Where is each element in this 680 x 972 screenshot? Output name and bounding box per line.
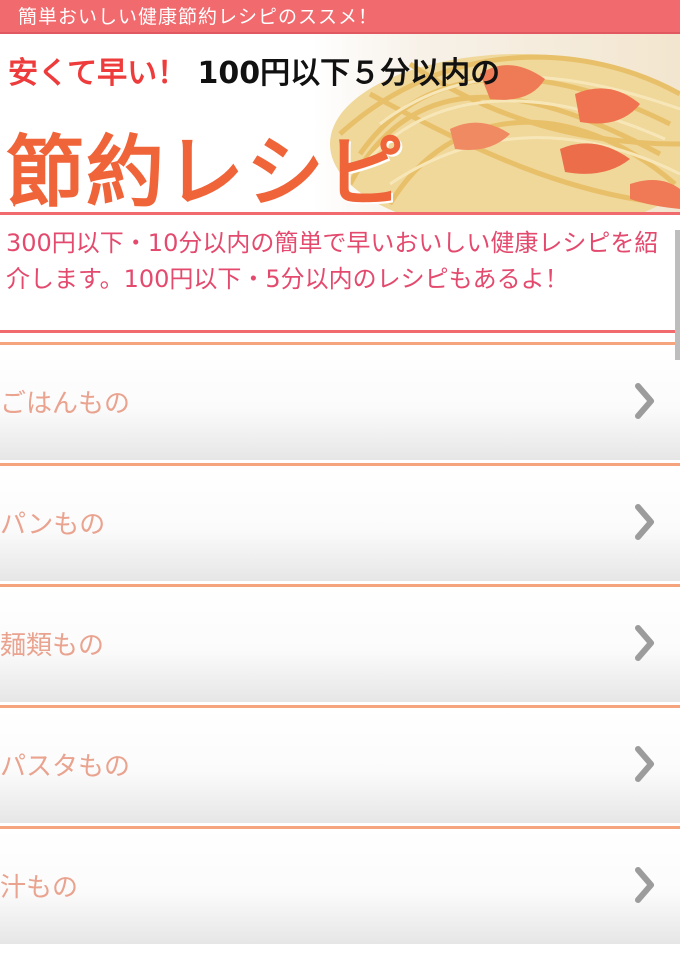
- hero-subtitle-accent: 安くて早い！: [8, 56, 188, 91]
- app-header: 簡単おいしい健康節約レシピのススメ！: [0, 0, 680, 34]
- hero-banner: 安くて早い！ 100円以下５分以内の 節約レシピ: [0, 34, 680, 215]
- category-item-soup[interactable]: 汁もの: [0, 826, 680, 944]
- category-label: 麺類もの: [0, 631, 105, 661]
- category-item-rice[interactable]: ごはんもの: [0, 342, 680, 460]
- category-label: パスタもの: [0, 752, 131, 782]
- chevron-right-icon: [635, 625, 654, 661]
- category-label: 汁もの: [0, 873, 79, 903]
- hero-subtitle: 安くて早い！ 100円以下５分以内の: [8, 48, 500, 92]
- chevron-right-icon: [635, 746, 654, 782]
- intro-text: 300円以下・10分以内の簡単で早いおいしい健康レシピを紹介します。100円以下…: [0, 215, 680, 333]
- category-list: ごはんもの パンもの 麺類もの パスタもの 汁もの: [0, 342, 680, 944]
- category-item-bread[interactable]: パンもの: [0, 463, 680, 581]
- header-title: 簡単おいしい健康節約レシピのススメ！: [18, 6, 379, 28]
- chevron-right-icon: [635, 867, 654, 903]
- hero-title: 節約レシピ: [6, 128, 407, 215]
- category-label: パンもの: [0, 510, 106, 540]
- chevron-right-icon: [635, 504, 654, 540]
- category-item-noodles[interactable]: 麺類もの: [0, 584, 680, 702]
- scrollbar[interactable]: [675, 230, 680, 360]
- hero-subtitle-rest: 100円以下５分以内の: [187, 56, 501, 91]
- category-label: ごはんもの: [0, 389, 131, 419]
- chevron-right-icon: [635, 383, 654, 419]
- category-item-pasta[interactable]: パスタもの: [0, 705, 680, 823]
